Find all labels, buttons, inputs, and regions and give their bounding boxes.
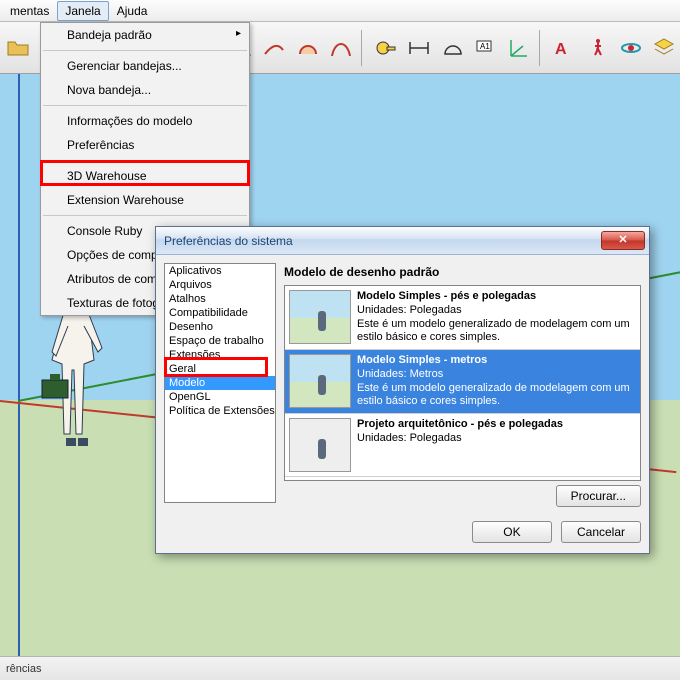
tape-icon[interactable] xyxy=(370,32,401,64)
template-list[interactable]: Modelo Simples - pés e polegadas Unidade… xyxy=(284,285,641,481)
mi-preferencias[interactable]: Preferências xyxy=(41,133,249,157)
menu-separator xyxy=(43,105,247,106)
template-desc: Este é um modelo generalizado de modelag… xyxy=(357,318,630,344)
template-title: Modelo Simples - pés e polegadas xyxy=(357,290,536,302)
mi-3d-warehouse[interactable]: 3D Warehouse xyxy=(41,164,249,188)
cat-extensoes[interactable]: Extensões xyxy=(165,348,275,362)
cat-aplicativos[interactable]: Aplicativos xyxy=(165,264,275,278)
cat-espaco-trabalho[interactable]: Espaço de trabalho xyxy=(165,334,275,348)
cat-arquivos[interactable]: Arquivos xyxy=(165,278,275,292)
menu-separator xyxy=(43,160,247,161)
category-list[interactable]: Aplicativos Arquivos Atalhos Compatibili… xyxy=(164,263,276,503)
arc4-icon[interactable] xyxy=(325,32,356,64)
cat-politica-extensoes[interactable]: Política de Extensões xyxy=(165,404,275,418)
right-pane: Modelo de desenho padrão Modelo Simples … xyxy=(284,263,641,507)
menu-janela[interactable]: Janela xyxy=(57,1,108,21)
template-item-selected[interactable]: Modelo Simples - metros Unidades: Metros… xyxy=(285,350,640,414)
cat-atalhos[interactable]: Atalhos xyxy=(165,292,275,306)
dimension-icon[interactable] xyxy=(404,32,435,64)
template-units: Unidades: Polegadas xyxy=(357,432,462,444)
template-thumb xyxy=(289,418,351,472)
dialog-title: Preferências do sistema xyxy=(164,234,601,248)
ok-button[interactable]: OK xyxy=(472,521,552,543)
mi-gerenciar-bandejas[interactable]: Gerenciar bandejas... xyxy=(41,54,249,78)
cat-geral[interactable]: Geral xyxy=(165,362,275,376)
walk-icon[interactable] xyxy=(582,32,613,64)
arc3-icon[interactable] xyxy=(292,32,323,64)
template-thumb xyxy=(289,354,351,408)
menubar[interactable]: mentas Janela Ajuda xyxy=(0,0,680,22)
template-desc: Este é um modelo generalizado de modelag… xyxy=(357,382,630,408)
cat-modelo[interactable]: Modelo xyxy=(165,376,275,390)
browse-button[interactable]: Procurar... xyxy=(556,485,641,507)
close-button[interactable]: ✕ xyxy=(601,231,645,250)
cancel-button[interactable]: Cancelar xyxy=(561,521,641,543)
mi-bandeja-padrao[interactable]: Bandeja padrão xyxy=(41,23,249,47)
orbit-icon[interactable] xyxy=(615,32,646,64)
status-text: rências xyxy=(6,663,41,675)
template-item[interactable]: Modelo Simples - pés e polegadas Unidade… xyxy=(285,286,640,350)
svg-text:A1: A1 xyxy=(480,42,490,51)
statusbar: rências xyxy=(0,656,680,680)
menu-tools[interactable]: mentas xyxy=(2,1,57,21)
protractor-icon[interactable] xyxy=(437,32,468,64)
folder-icon[interactable] xyxy=(2,32,33,64)
template-title: Projeto arquitetônico - pés e polegadas xyxy=(357,418,563,430)
template-units: Unidades: Metros xyxy=(357,368,443,380)
cat-compatibilidade[interactable]: Compatibilidade xyxy=(165,306,275,320)
arc2-icon[interactable] xyxy=(259,32,290,64)
template-units: Unidades: Polegadas xyxy=(357,304,462,316)
menu-separator xyxy=(43,50,247,51)
cat-opengl[interactable]: OpenGL xyxy=(165,390,275,404)
svg-text:A: A xyxy=(555,41,567,58)
cat-desenho[interactable]: Desenho xyxy=(165,320,275,334)
menu-ajuda[interactable]: Ajuda xyxy=(109,1,156,21)
axis-z xyxy=(18,74,20,656)
menu-separator xyxy=(43,215,247,216)
preferences-dialog: Preferências do sistema ✕ Aplicativos Ar… xyxy=(155,226,650,554)
dialog-titlebar[interactable]: Preferências do sistema ✕ xyxy=(156,227,649,255)
template-item[interactable]: Projeto arquitetônico - pés e polegadas … xyxy=(285,414,640,477)
layers-icon[interactable] xyxy=(649,32,680,64)
3dtext-icon[interactable]: A xyxy=(549,32,580,64)
template-title: Modelo Simples - metros xyxy=(357,354,487,366)
pane-heading: Modelo de desenho padrão xyxy=(284,263,641,285)
axes-icon[interactable] xyxy=(504,32,535,64)
mi-extension-warehouse[interactable]: Extension Warehouse xyxy=(41,188,249,212)
dialog-buttons: OK Cancelar xyxy=(156,515,649,553)
template-thumb xyxy=(289,290,351,344)
mi-nova-bandeja[interactable]: Nova bandeja... xyxy=(41,78,249,102)
text-icon[interactable]: A1 xyxy=(470,32,501,64)
mi-info-modelo[interactable]: Informações do modelo xyxy=(41,109,249,133)
